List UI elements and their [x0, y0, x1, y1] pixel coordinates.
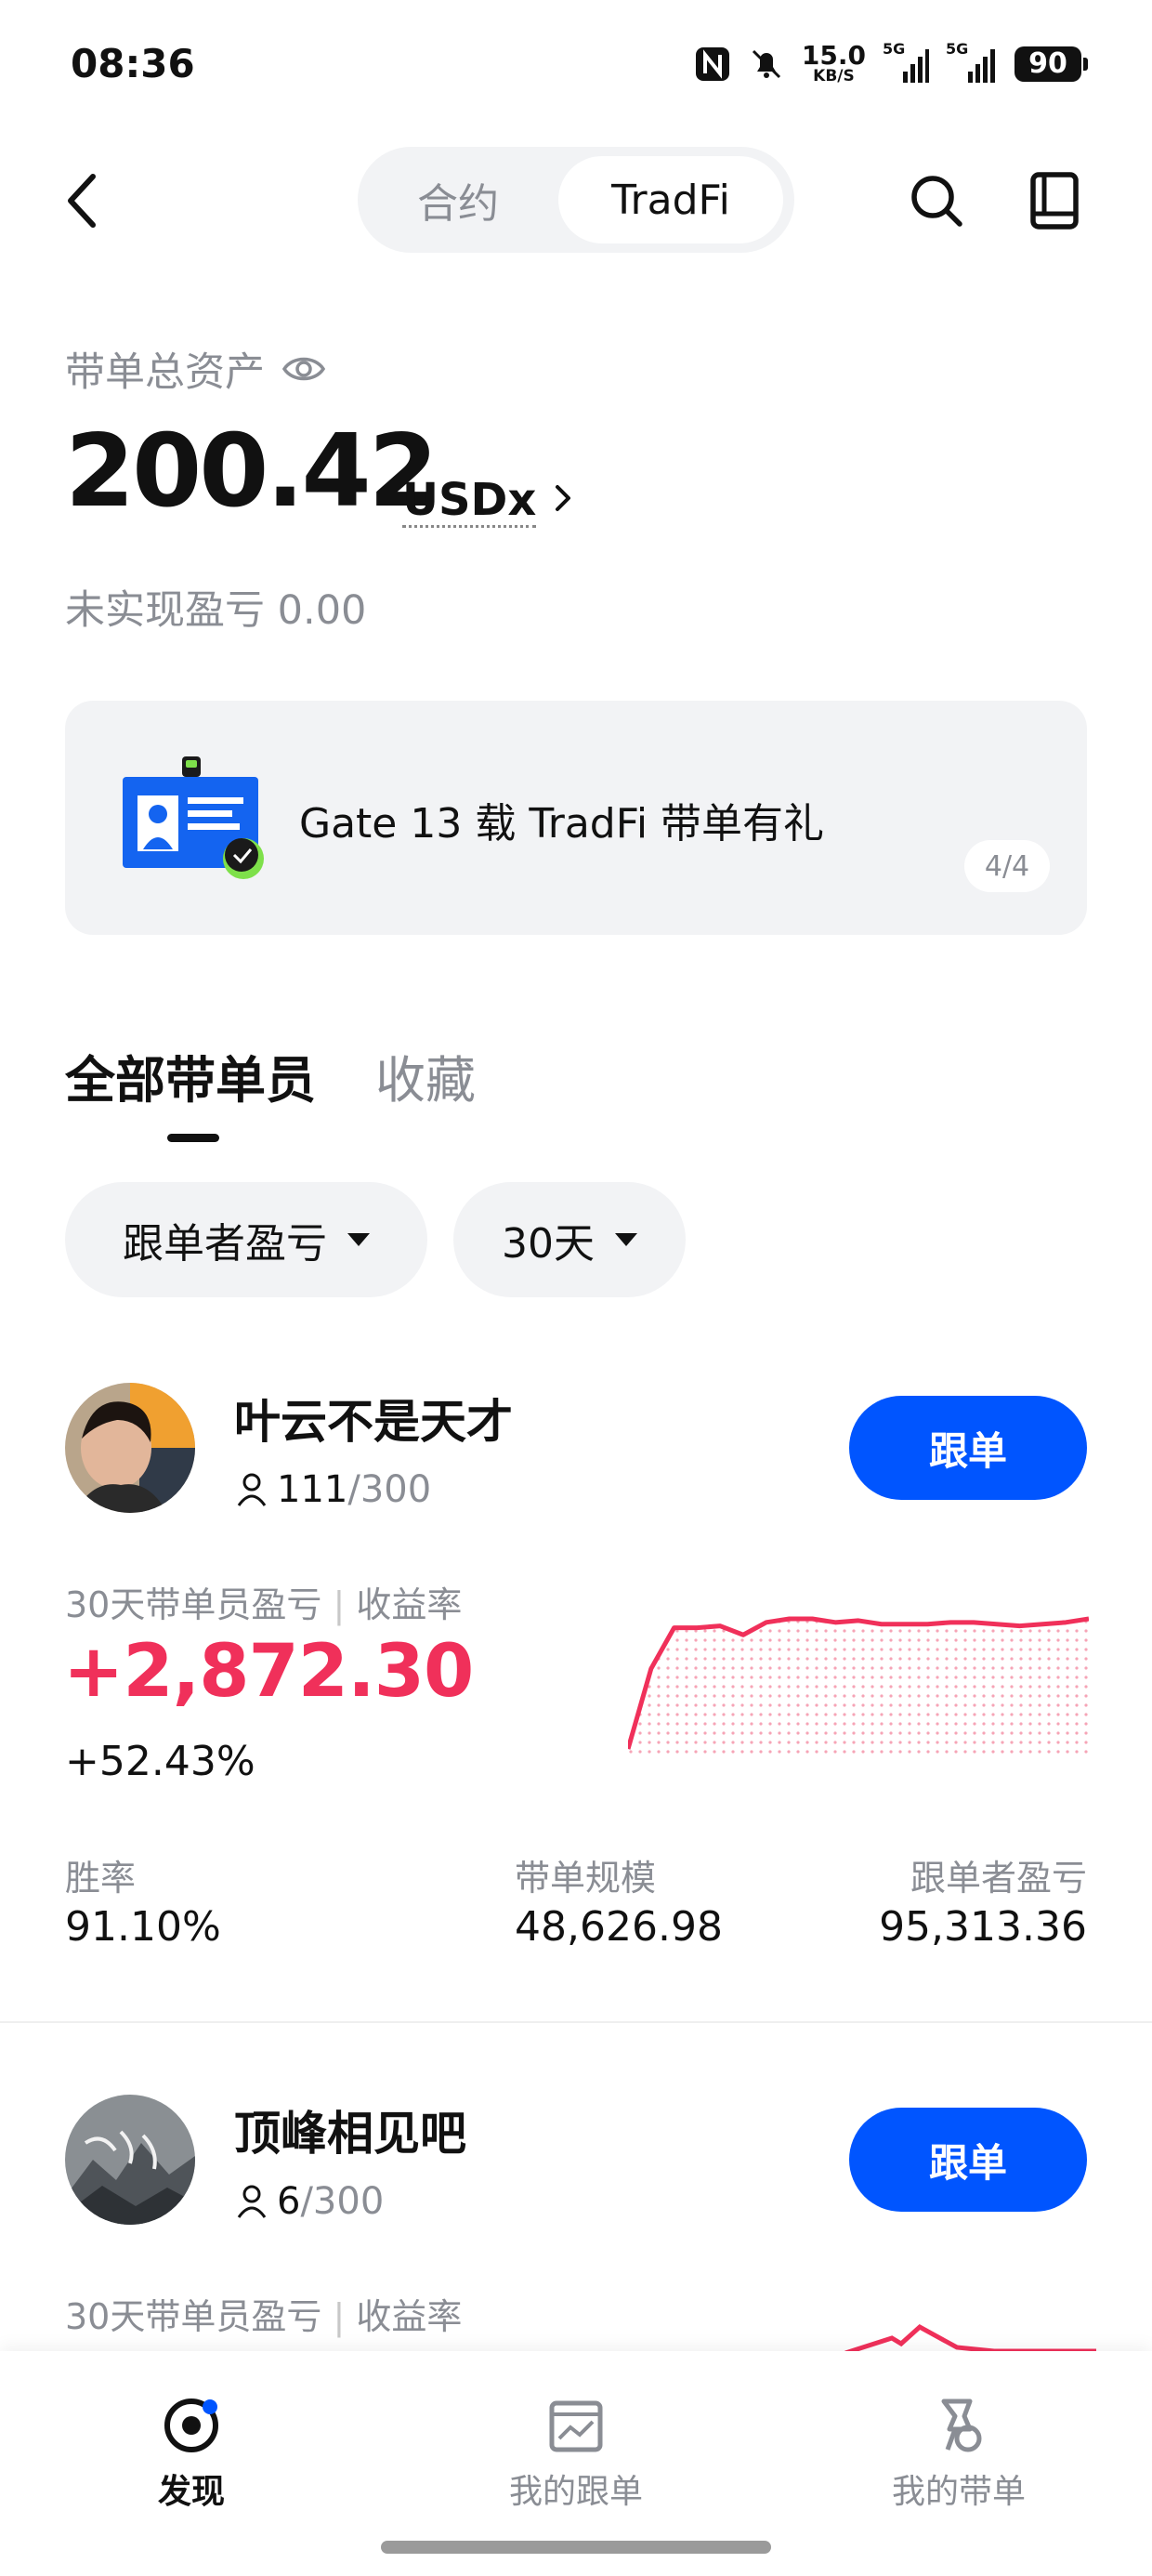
nfc-icon [694, 46, 731, 83]
back-button[interactable] [61, 171, 106, 230]
follow-button[interactable]: 跟单 [849, 2108, 1087, 2212]
market-segment-control: 合约 TradFi [358, 147, 794, 253]
follower-pnl-label: 跟单者盈亏 [910, 1858, 1087, 1899]
eye-icon[interactable] [281, 353, 326, 385]
signal-icon: 5G [883, 40, 929, 85]
guide-button[interactable] [1029, 171, 1080, 230]
pnl-label: 30天带单员盈亏 | 收益率 [65, 2296, 463, 2337]
caret-down-icon [347, 1233, 370, 1246]
win-rate-value: 91.10% [65, 1903, 221, 1951]
nav-discover[interactable]: 发现 [52, 2396, 331, 2513]
win-rate-label: 胜率 [65, 1858, 137, 1899]
discover-icon [164, 2399, 218, 2452]
aum-label: 带单规模 [515, 1858, 657, 1899]
total-assets-value: 200.42 [65, 414, 439, 530]
tab-tradfi[interactable]: TradFi [558, 156, 783, 243]
person-icon [237, 2185, 267, 2218]
search-button[interactable] [909, 173, 964, 229]
unrealized-pnl: 未实现盈亏 0.00 [65, 587, 367, 634]
search-icon [911, 176, 962, 227]
home-indicator [381, 2541, 771, 2554]
chevron-left-icon [68, 174, 96, 228]
my-lead-icon [941, 2399, 982, 2452]
avatar[interactable] [65, 2095, 195, 2225]
tab-futures[interactable]: 合约 [384, 147, 532, 253]
signal-icon-2: 5G [946, 40, 998, 85]
id-card-icon [123, 756, 264, 879]
trader-name[interactable]: 顶峰相见吧 [234, 2096, 466, 2163]
tab-indicator [167, 1134, 219, 1142]
person-icon [237, 1473, 267, 1506]
battery-indicator: 90 [1015, 46, 1088, 82]
chevron-right-icon [556, 485, 570, 511]
banner-pager: 4/4 [964, 840, 1050, 892]
avatar[interactable] [65, 1383, 195, 1513]
network-speed: 15.0 KB/S [801, 40, 866, 85]
asset-unit[interactable]: USDx [402, 476, 537, 528]
nav-my-lead[interactable]: 我的带单 [819, 2396, 1098, 2513]
trader-followers: 6/300 [236, 2180, 384, 2223]
sort-filter[interactable]: 跟单者盈亏 [65, 1182, 427, 1297]
trader-name[interactable]: 叶云不是天才 [234, 1385, 513, 1452]
roi-value: +52.43% [65, 1738, 255, 1785]
pnl-sparkline-chart [628, 1616, 1089, 1758]
card-divider [0, 2021, 1152, 2023]
trader-followers: 111/300 [236, 1468, 431, 1511]
promo-banner[interactable]: Gate 13 载 TradFi 带单有礼 4/4 [65, 701, 1087, 935]
pnl-label: 30天带单员盈亏 | 收益率 [65, 1584, 463, 1625]
follow-button[interactable]: 跟单 [849, 1396, 1087, 1500]
book-icon [1030, 172, 1079, 230]
period-filter[interactable]: 30天 [453, 1182, 686, 1297]
status-icons: 15.0 KB/S 5G 5G 90 [694, 40, 1088, 85]
tab-all-leaders[interactable]: 全部带单员 [65, 1039, 316, 1112]
sparkline-area [628, 1619, 1089, 1758]
mute-bell-icon [748, 46, 785, 83]
tab-favorites[interactable]: 收藏 [375, 1039, 476, 1112]
aum-value: 48,626.98 [515, 1903, 723, 1951]
caret-down-icon [615, 1233, 637, 1246]
asset-detail-button[interactable] [552, 478, 576, 519]
my-copy-icon [549, 2400, 603, 2452]
pnl-value: +2,872.30 [63, 1630, 474, 1714]
nav-my-copy[interactable]: 我的跟单 [437, 2396, 715, 2513]
follower-pnl-value: 95,313.36 [879, 1903, 1087, 1951]
status-time: 08:36 [71, 41, 195, 86]
banner-title: Gate 13 载 TradFi 带单有礼 [299, 800, 825, 848]
total-assets-label: 带单总资产 [65, 340, 326, 398]
